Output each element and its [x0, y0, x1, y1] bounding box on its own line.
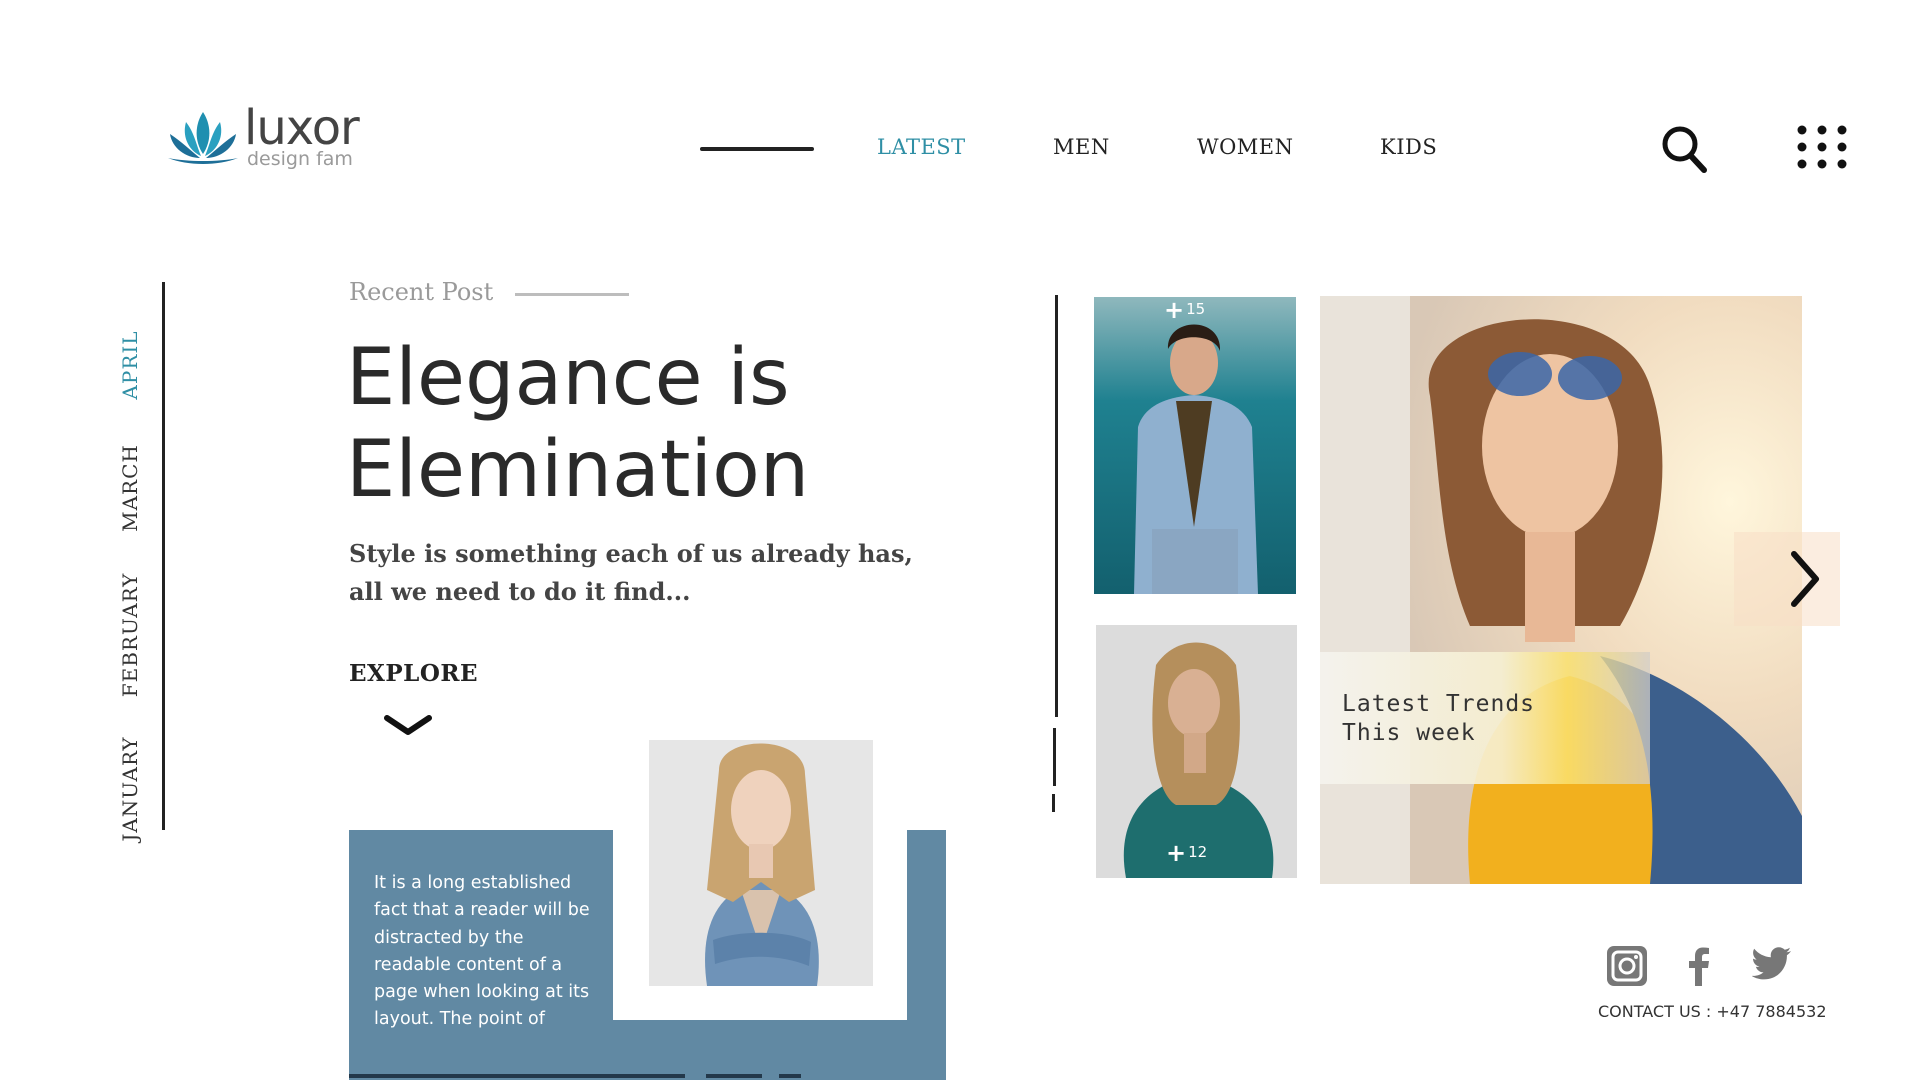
lotus-icon — [168, 112, 238, 164]
brand-tagline: design fam — [247, 148, 353, 170]
nav-item-latest[interactable]: LATEST — [877, 135, 966, 159]
month-item-april[interactable]: APRIL — [118, 295, 142, 435]
hero-title: Elegance is Elemination — [346, 332, 906, 516]
nav-item-women[interactable]: WOMEN — [1197, 135, 1294, 159]
nav-decorative-line — [700, 147, 814, 151]
photo-woman-denim-jacket[interactable] — [649, 740, 873, 986]
grid-dots-icon — [1797, 125, 1847, 169]
card-description: It is a long established fact that a rea… — [374, 873, 590, 1030]
plus-icon: + — [1166, 838, 1187, 867]
facebook-icon — [1689, 947, 1709, 986]
photo-featured-woman-sunglasses[interactable] — [1320, 296, 1802, 884]
next-slide-button[interactable] — [1734, 532, 1840, 626]
instagram-icon — [1607, 946, 1647, 986]
explore-button[interactable]: EXPLORE — [349, 660, 478, 687]
trend-title-line-1: Latest Trends — [1342, 691, 1536, 717]
search-icon — [1662, 126, 1707, 173]
trend-title-line-2: This week — [1342, 720, 1476, 746]
hero-title-line-1: Elegance is — [346, 333, 790, 423]
chevron-down-icon — [384, 715, 432, 735]
gallery-divider-dot — [1052, 794, 1055, 812]
nav-item-men[interactable]: MEN — [1053, 135, 1110, 159]
recent-post-label: Recent Post — [349, 278, 494, 306]
explore-toggle[interactable] — [383, 712, 433, 740]
month-divider-line — [162, 282, 165, 830]
month-item-january[interactable]: JANUARY — [118, 719, 142, 859]
hero-subtitle-line-1: Style is something each of us already ha… — [349, 539, 913, 568]
photo-woman-green-top[interactable]: +12 — [1096, 625, 1297, 878]
photo-man-denim-shirt[interactable]: +15 — [1094, 297, 1296, 594]
trend-title: Latest Trends This week — [1342, 690, 1642, 748]
twitter-icon — [1751, 947, 1791, 980]
search-button[interactable] — [1660, 124, 1708, 174]
card-progress-line — [349, 1074, 685, 1078]
month-item-february[interactable]: FEBRUARY — [118, 565, 142, 705]
hero-subtitle: Style is something each of us already ha… — [349, 535, 929, 611]
plus-icon: + — [1164, 297, 1185, 324]
nav-item-kids[interactable]: KIDS — [1380, 135, 1437, 159]
hero-subtitle-line-2: all we need to do it find... — [349, 577, 691, 606]
hero-title-line-2: Elemination — [346, 425, 810, 515]
brand-logo[interactable]: luxor design fam — [164, 100, 394, 180]
contact-info: CONTACT US : +47 7884532 — [1598, 1002, 1827, 1021]
photo-count-badge: +12 — [1166, 838, 1208, 867]
gallery-divider-line — [1055, 295, 1058, 717]
menu-button[interactable] — [1796, 124, 1848, 174]
twitter-link[interactable] — [1751, 946, 1792, 982]
recent-post-line — [515, 293, 629, 296]
card-progress-dash — [706, 1074, 762, 1078]
photo-count-badge: +15 — [1164, 297, 1206, 324]
chevron-right-icon — [1791, 551, 1819, 607]
gallery-divider-dash — [1053, 728, 1056, 786]
card-progress-dot — [779, 1074, 801, 1078]
instagram-link[interactable] — [1605, 944, 1649, 988]
month-item-march[interactable]: MARCH — [118, 418, 142, 558]
facebook-link[interactable] — [1688, 946, 1710, 986]
